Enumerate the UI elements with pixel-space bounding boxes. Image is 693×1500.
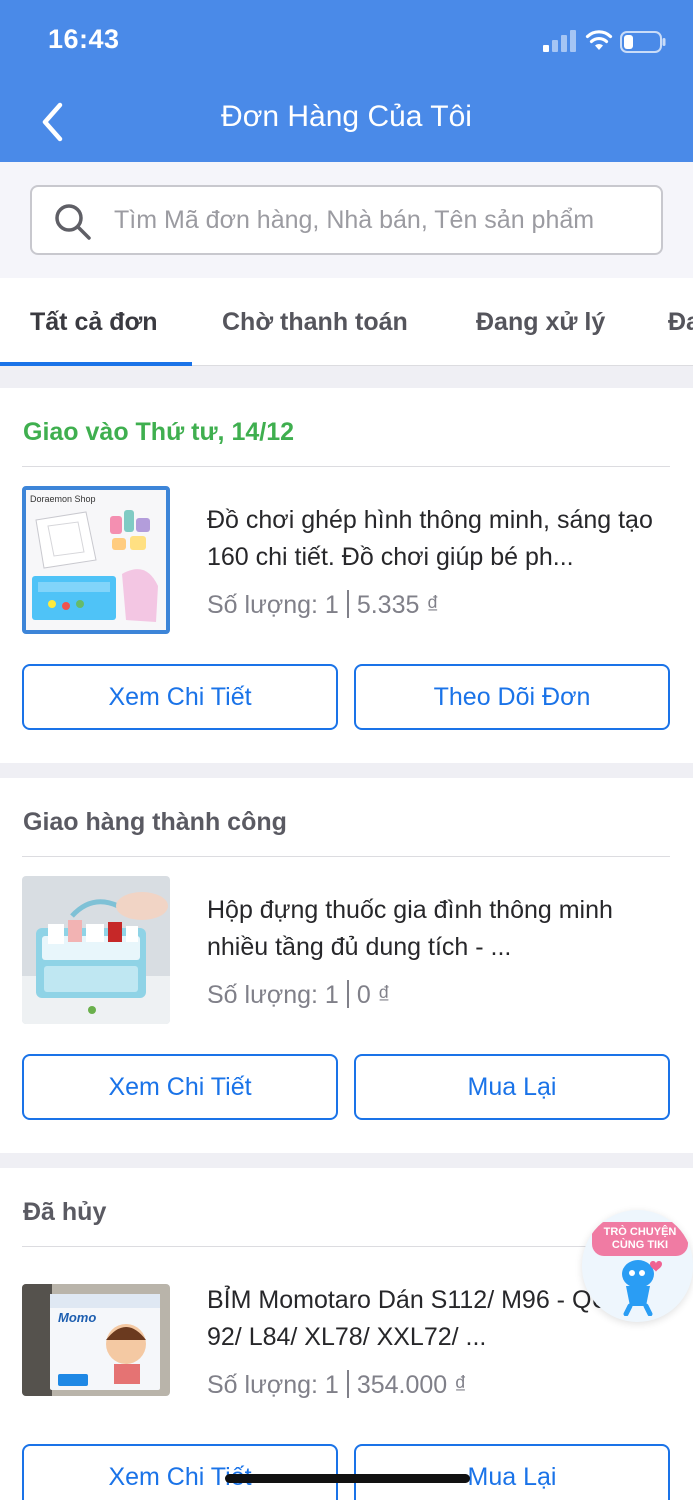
- order-status: Đã hủy: [23, 1198, 107, 1226]
- price: 5.335 ₫: [356, 591, 440, 619]
- view-details-button[interactable]: Xem Chi Tiết: [22, 1054, 338, 1120]
- product-thumbnail[interactable]: Momo: [22, 1284, 170, 1396]
- order-status: Giao hàng thành công: [23, 808, 287, 836]
- order-tabs: Tất cả đơn Chờ thanh toán Đang xử lý Đa: [0, 278, 693, 366]
- wifi-icon: [585, 30, 613, 50]
- order-card: Giao hàng thành công Hộp đựng thuốc gia …: [0, 778, 693, 1153]
- search-icon: [55, 204, 91, 240]
- product-name[interactable]: Đồ chơi ghép hình thông minh, sáng tạo 1…: [207, 502, 667, 576]
- tab-all-orders[interactable]: Tất cả đơn: [30, 278, 158, 365]
- cellular-signal-icon: [543, 30, 576, 52]
- search-input[interactable]: [114, 197, 649, 243]
- separator: [346, 980, 349, 1008]
- order-status: Giao vào Thứ tư, 14/12: [23, 418, 295, 446]
- search-box[interactable]: [30, 185, 663, 255]
- puzzle-toy-image: Doraemon Shop: [26, 490, 166, 630]
- diaper-box-image: Momo: [22, 1284, 170, 1396]
- tab-next-partial[interactable]: Đa: [668, 278, 693, 365]
- product-thumbnail[interactable]: Doraemon Shop: [22, 486, 170, 634]
- separator: [346, 1370, 349, 1398]
- product-name[interactable]: Hộp đựng thuốc gia đình thông minh nhiều…: [207, 892, 667, 966]
- page-title: Đơn Hàng Của Tôi: [221, 100, 472, 133]
- separator: [346, 590, 349, 618]
- divider: [22, 466, 670, 467]
- product-meta: Số lượng: 1 5.335 ₫: [207, 590, 439, 620]
- tab-processing[interactable]: Đang xử lý: [476, 278, 605, 365]
- order-card: Giao vào Thứ tư, 14/12 Doraemon Shop Đồ …: [0, 388, 693, 763]
- order-card: Đã hủy Momo BỈM Momotaro Dán S112/ M96 -…: [0, 1168, 693, 1500]
- quantity: Số lượng: 1: [207, 981, 339, 1009]
- product-meta: Số lượng: 1 354.000 ₫: [207, 1370, 467, 1400]
- chat-with-tiki-button[interactable]: TRÒ CHUYỆN CÙNG TIKI: [582, 1210, 693, 1322]
- buy-again-button[interactable]: Mua Lại: [354, 1444, 670, 1500]
- price: 0 ₫: [356, 981, 391, 1009]
- view-details-button[interactable]: Xem Chi Tiết: [22, 664, 338, 730]
- active-tab-indicator: [0, 362, 192, 366]
- quantity: Số lượng: 1: [207, 591, 339, 619]
- chat-label: TRÒ CHUYỆN CÙNG TIKI: [592, 1222, 688, 1256]
- price: 354.000 ₫: [356, 1371, 467, 1399]
- tiki-mascot-icon: [622, 1260, 662, 1316]
- home-indicator: [225, 1474, 470, 1483]
- shop-tag: Doraemon Shop: [30, 494, 96, 504]
- tab-awaiting-payment[interactable]: Chờ thanh toán: [222, 278, 408, 365]
- product-meta: Số lượng: 1 0 ₫: [207, 980, 391, 1010]
- divider: [22, 856, 670, 857]
- app-header: 16:43 Đơn Hàng Của Tôi: [0, 0, 693, 162]
- divider: [22, 1246, 670, 1247]
- battery-icon: [620, 31, 666, 53]
- product-thumbnail[interactable]: [22, 876, 170, 1024]
- medicine-box-image: [22, 876, 170, 1024]
- track-order-button[interactable]: Theo Dõi Đơn: [354, 664, 670, 730]
- svg-text:Momo: Momo: [58, 1310, 96, 1325]
- status-time: 16:43: [48, 24, 120, 54]
- buy-again-button[interactable]: Mua Lại: [354, 1054, 670, 1120]
- view-details-button[interactable]: Xem Chi Tiết: [22, 1444, 338, 1500]
- quantity: Số lượng: 1: [207, 1371, 339, 1399]
